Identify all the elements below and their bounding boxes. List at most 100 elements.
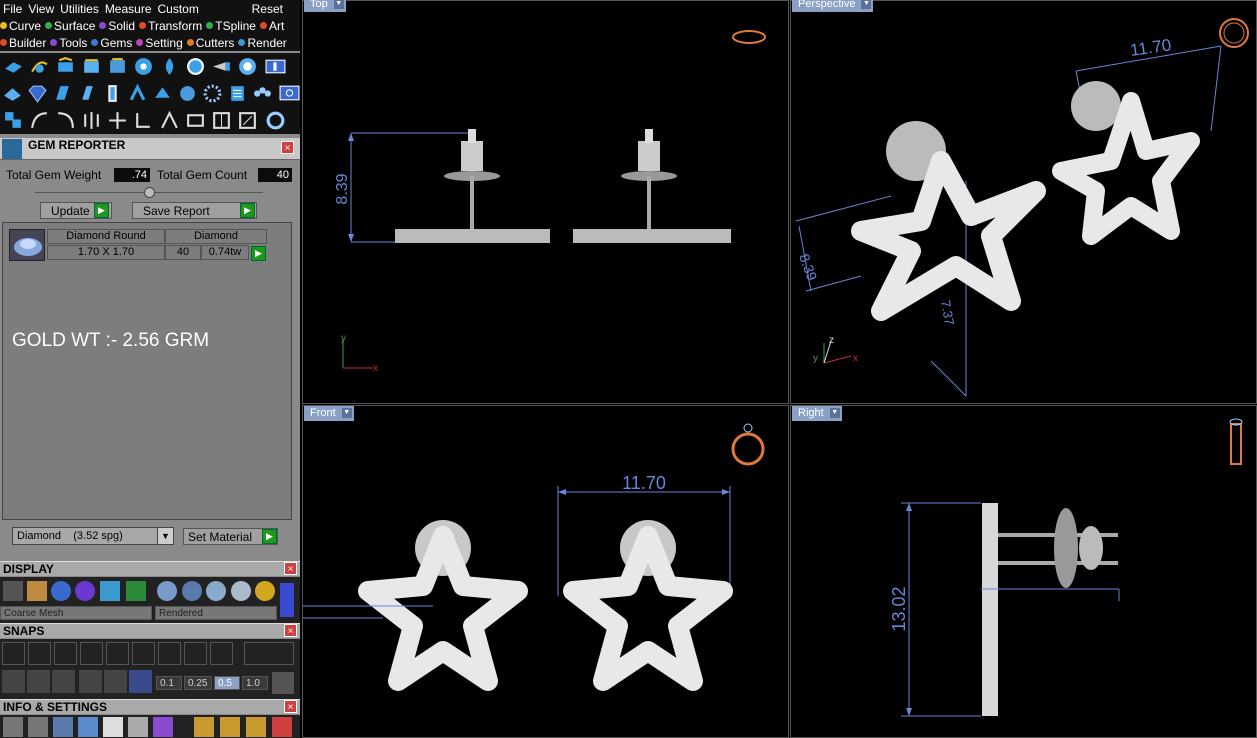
plugin-setting[interactable]: Setting — [136, 36, 183, 50]
gem-tool-icon[interactable] — [2, 55, 25, 78]
display-toggle-icon[interactable] — [280, 583, 294, 617]
snap-tan-icon[interactable] — [210, 642, 233, 665]
splitter-handle[interactable] — [144, 187, 155, 198]
step-0-25[interactable]: 0.25 — [184, 676, 212, 690]
plugin-builder[interactable]: Builder — [0, 36, 46, 50]
bezel-icon[interactable] — [152, 82, 174, 105]
gem-array-icon[interactable] — [201, 82, 223, 105]
snap-point-icon[interactable] — [80, 642, 103, 665]
planar-snap-icon[interactable] — [79, 670, 102, 693]
menu-utilities[interactable]: Utilities — [57, 2, 102, 16]
mesh-dropdown[interactable]: Coarse Mesh — [0, 606, 152, 620]
channel-icon[interactable] — [102, 82, 124, 105]
viewport-perspective[interactable]: Perspective ▼ 11.70 8.39 7.37 y x z — [790, 0, 1257, 404]
menu-file[interactable]: File — [0, 2, 25, 16]
plugin-gems[interactable]: Gems — [91, 36, 132, 50]
gold-material-icon[interactable] — [255, 581, 275, 601]
search-icon[interactable] — [28, 717, 48, 737]
gem-grid-icon[interactable] — [80, 55, 103, 78]
shaded-icon[interactable] — [27, 581, 47, 601]
curve-gem-icon[interactable] — [28, 55, 51, 78]
snap-intersect-icon[interactable] — [54, 642, 77, 665]
gem-pattern-icon[interactable] — [251, 82, 273, 105]
snap-options-icon[interactable] — [244, 642, 294, 665]
ring-sizer-icon[interactable] — [264, 109, 287, 132]
axis-snap-icon[interactable] — [129, 670, 152, 693]
gem-thumbnail[interactable] — [9, 229, 45, 261]
plugin-art[interactable]: Art — [259, 19, 284, 33]
menu-custom[interactable]: Custom — [155, 2, 202, 16]
scale-icon[interactable] — [158, 109, 181, 132]
view-quad-icon[interactable] — [278, 82, 300, 105]
gem-pave-icon[interactable] — [106, 55, 129, 78]
close-icon[interactable]: × — [281, 141, 294, 154]
chevron-down-icon[interactable]: ▼ — [157, 528, 173, 544]
gloss-sphere-icon[interactable] — [75, 581, 95, 601]
cube-snap-icon[interactable] — [27, 670, 50, 693]
gem-flower-icon[interactable] — [236, 55, 259, 78]
view-single-icon[interactable] — [264, 55, 287, 78]
snap-curve-icon[interactable] — [28, 642, 51, 665]
plugin-tools[interactable]: Tools — [50, 36, 87, 50]
split-icon[interactable] — [210, 109, 233, 132]
menu-view[interactable]: View — [25, 2, 57, 16]
snap-perp-icon[interactable] — [106, 642, 129, 665]
gem-row-go-icon[interactable]: ▶ — [251, 246, 266, 261]
wireframe-icon[interactable] — [3, 581, 23, 601]
flow-icon[interactable] — [132, 109, 155, 132]
snap-mid-icon[interactable] — [184, 642, 207, 665]
viewport-front[interactable]: Front ▼ 11.70 — [302, 405, 789, 738]
grid-display-icon[interactable] — [126, 581, 146, 601]
object-info-icon[interactable] — [78, 717, 98, 737]
step-0-1[interactable]: 0.1 — [156, 676, 182, 690]
fillet-icon[interactable] — [54, 109, 77, 132]
move-icon[interactable] — [106, 109, 129, 132]
layers-icon[interactable] — [53, 717, 73, 737]
save-report-button[interactable]: Save Report — [132, 202, 257, 219]
snap-quad-icon[interactable] — [158, 642, 181, 665]
close-icon[interactable]: × — [284, 624, 297, 637]
pear-gem-icon[interactable] — [158, 55, 181, 78]
group-icon[interactable] — [184, 109, 207, 132]
close-icon[interactable]: × — [284, 562, 297, 575]
gem-on-curve-icon[interactable] — [210, 55, 233, 78]
material-cube-icon[interactable] — [153, 717, 173, 737]
gem-report-icon[interactable] — [226, 82, 248, 105]
plugin-render[interactable]: Render — [238, 36, 287, 50]
baguette-icon[interactable] — [52, 82, 74, 105]
plugin-curve[interactable]: Curve — [0, 19, 41, 33]
surface-snap-icon[interactable] — [104, 670, 127, 693]
settings-gear-icon[interactable] — [3, 717, 23, 737]
close-icon[interactable]: × — [284, 700, 297, 713]
viewport-right[interactable]: Right ▼ 13.02 — [790, 405, 1257, 738]
viewport-top[interactable]: Top ▼ 8.39 y x — [302, 0, 789, 404]
notes-icon[interactable] — [103, 717, 123, 737]
gem-row-icon[interactable] — [54, 55, 77, 78]
snap-end-icon[interactable] — [2, 642, 25, 665]
arc-icon[interactable] — [28, 109, 51, 132]
plugin-a-icon[interactable] — [194, 717, 214, 737]
environment-icon[interactable] — [100, 581, 120, 601]
prong-icon[interactable] — [127, 82, 149, 105]
step-1-0[interactable]: 1.0 — [242, 676, 268, 690]
material-2-icon[interactable] — [182, 581, 202, 601]
material-1-icon[interactable] — [157, 581, 177, 601]
gem-sphere-icon[interactable] — [176, 82, 198, 105]
set-material-go-icon[interactable]: ▶ — [262, 529, 277, 544]
ortho-snap-icon[interactable] — [52, 670, 75, 693]
diamond-cut-icon[interactable] — [27, 82, 49, 105]
save-report-go-icon[interactable]: ▶ — [240, 203, 255, 218]
menu-measure[interactable]: Measure — [102, 2, 155, 16]
boolean-icon[interactable] — [2, 109, 25, 132]
render-dropdown[interactable]: Rendered — [155, 606, 277, 620]
trim-icon[interactable] — [236, 109, 259, 132]
material-select[interactable]: Diamond (3.52 spg) — [12, 527, 174, 545]
grid-settings-icon[interactable] — [272, 672, 294, 694]
mirror-icon[interactable] — [80, 109, 103, 132]
plugin-d-icon[interactable] — [272, 717, 292, 737]
grid-snap-icon[interactable] — [2, 670, 25, 693]
plugin-cutters[interactable]: Cutters — [186, 36, 234, 50]
tapered-gem-icon[interactable] — [77, 82, 99, 105]
plugin-transform[interactable]: Transform — [139, 19, 202, 33]
step-0-5[interactable]: 0.5 — [214, 676, 240, 690]
